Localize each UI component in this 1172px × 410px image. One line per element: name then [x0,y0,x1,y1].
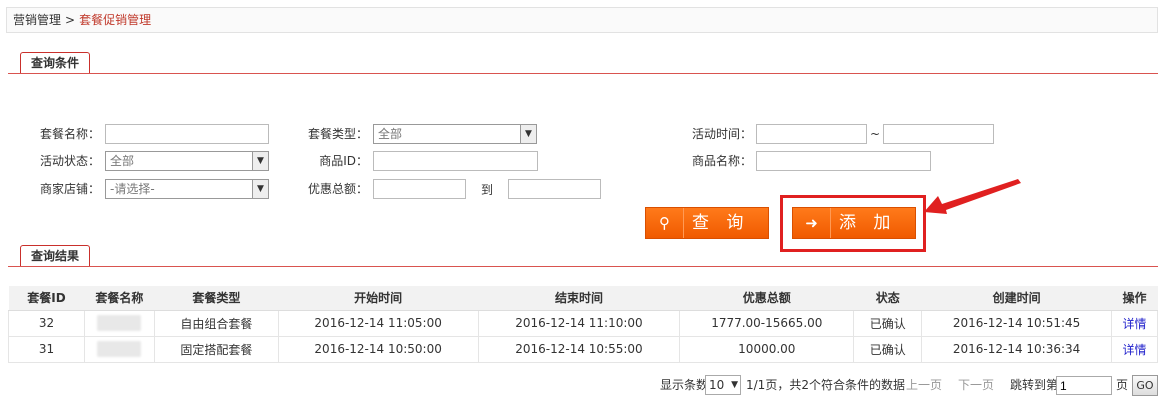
activity-end-time-input[interactable] [883,124,994,144]
prev-page-link[interactable]: 上一页 [906,375,942,395]
jump-to-label: 跳转到第 [1010,378,1059,392]
chevron-down-icon: ▼ [731,380,738,390]
table-header-row: 套餐ID 套餐名称 套餐类型 开始时间 结束时间 优惠总额 状态 创建时间 操作 [8,286,1158,311]
discount-min-input[interactable] [373,179,466,199]
store-value: -请选择- [110,182,155,196]
jump-page-input[interactable] [1056,376,1112,395]
discount-max-input[interactable] [508,179,601,199]
activity-status-select[interactable]: 全部 ▼ [105,151,269,171]
col-header-start: 开始时间 [278,286,479,311]
chevron-down-icon: ▼ [520,125,536,143]
cell-end: 2016-12-14 10:55:00 [477,335,681,363]
detail-link[interactable]: 详情 [1110,335,1159,363]
chevron-down-icon: ▼ [252,180,268,198]
page-size-value: 10 [709,378,725,392]
col-header-type: 套餐类型 [154,286,279,311]
go-button[interactable]: GO [1132,375,1158,396]
cell-id: 32 [8,309,85,337]
breadcrumb-current: 套餐促销管理 [79,13,152,27]
package-type-value: 全部 [378,127,403,141]
annotation-arrow-icon [924,179,1021,214]
redacted-name-block [97,315,142,331]
breadcrumb-separator: > [65,13,76,27]
package-name-input[interactable] [105,124,269,144]
query-section-divider [8,73,1158,74]
cell-created: 2016-12-14 10:51:45 [921,309,1112,337]
cell-status: 已确认 [853,335,923,363]
activity-status-label: 活动状态： [39,154,100,168]
results-table: 套餐ID 套餐名称 套餐类型 开始时间 结束时间 优惠总额 状态 创建时间 操作… [8,286,1159,363]
activity-time-label: 活动时间： [691,127,752,141]
cell-start: 2016-12-14 11:05:00 [277,309,479,337]
col-header-end: 结束时间 [478,286,680,311]
page-size-select[interactable]: 10 ▼ [705,375,741,395]
product-name-input[interactable] [756,151,931,171]
search-icon: ⚲ [646,208,684,238]
cell-start: 2016-12-14 10:50:00 [277,335,479,363]
cell-discount: 10000.00 [679,335,855,363]
annotation-highlight-box [780,195,926,252]
product-name-label: 商品名称： [691,154,752,168]
product-id-label: 商品ID： [319,154,368,168]
col-header-name: 套餐名称 [84,286,155,311]
next-page-link[interactable]: 下一页 [958,375,994,395]
activity-time-separator: ~ [870,127,881,141]
discount-total-label: 优惠总额： [307,182,368,196]
cell-created: 2016-12-14 10:36:34 [921,335,1112,363]
page-unit-label: 页 [1116,378,1129,392]
cell-end: 2016-12-14 11:10:00 [477,309,681,337]
cell-discount: 1777.00-15665.00 [679,309,855,337]
discount-range-separator: 到 [481,183,494,197]
table-row: 31 固定搭配套餐 2016-12-14 10:50:00 2016-12-14… [8,335,1159,363]
package-name-label: 套餐名称： [39,127,100,141]
cell-status: 已确认 [853,309,923,337]
cell-id: 31 [8,335,85,363]
detail-link[interactable]: 详情 [1110,309,1159,337]
query-conditions-tab: 查询条件 [20,52,91,74]
store-label: 商家店铺： [39,182,100,196]
col-header-id: 套餐ID [8,286,85,311]
query-button[interactable]: ⚲ 查 询 [645,207,769,239]
product-id-input[interactable] [373,151,538,171]
cell-type: 自由组合套餐 [153,309,279,337]
breadcrumb: 营销管理 > 套餐促销管理 [6,7,1158,33]
activity-status-value: 全部 [110,154,135,168]
cell-name-redacted [83,309,155,337]
cell-name-redacted [83,335,155,363]
page-size-label: 显示条数 [660,378,709,392]
query-results-tab: 查询结果 [20,245,91,267]
query-button-label: 查 询 [692,213,750,233]
package-type-select[interactable]: 全部 ▼ [373,124,537,144]
col-header-action: 操作 [1111,286,1158,311]
store-select[interactable]: -请选择- ▼ [105,179,269,199]
chevron-down-icon: ▼ [252,152,268,170]
col-header-discount: 优惠总额 [679,286,854,311]
package-type-label: 套餐类型： [307,127,368,141]
results-section-divider [8,266,1158,267]
breadcrumb-root[interactable]: 营销管理 [13,13,61,27]
redacted-name-block [97,341,142,357]
col-header-status: 状态 [853,286,922,311]
cell-type: 固定搭配套餐 [153,335,279,363]
activity-start-time-input[interactable] [756,124,867,144]
table-row: 32 自由组合套餐 2016-12-14 11:05:00 2016-12-14… [8,309,1159,337]
col-header-created: 创建时间 [921,286,1112,311]
page-summary: 1/1页，共2个符合条件的数据 [746,378,905,392]
